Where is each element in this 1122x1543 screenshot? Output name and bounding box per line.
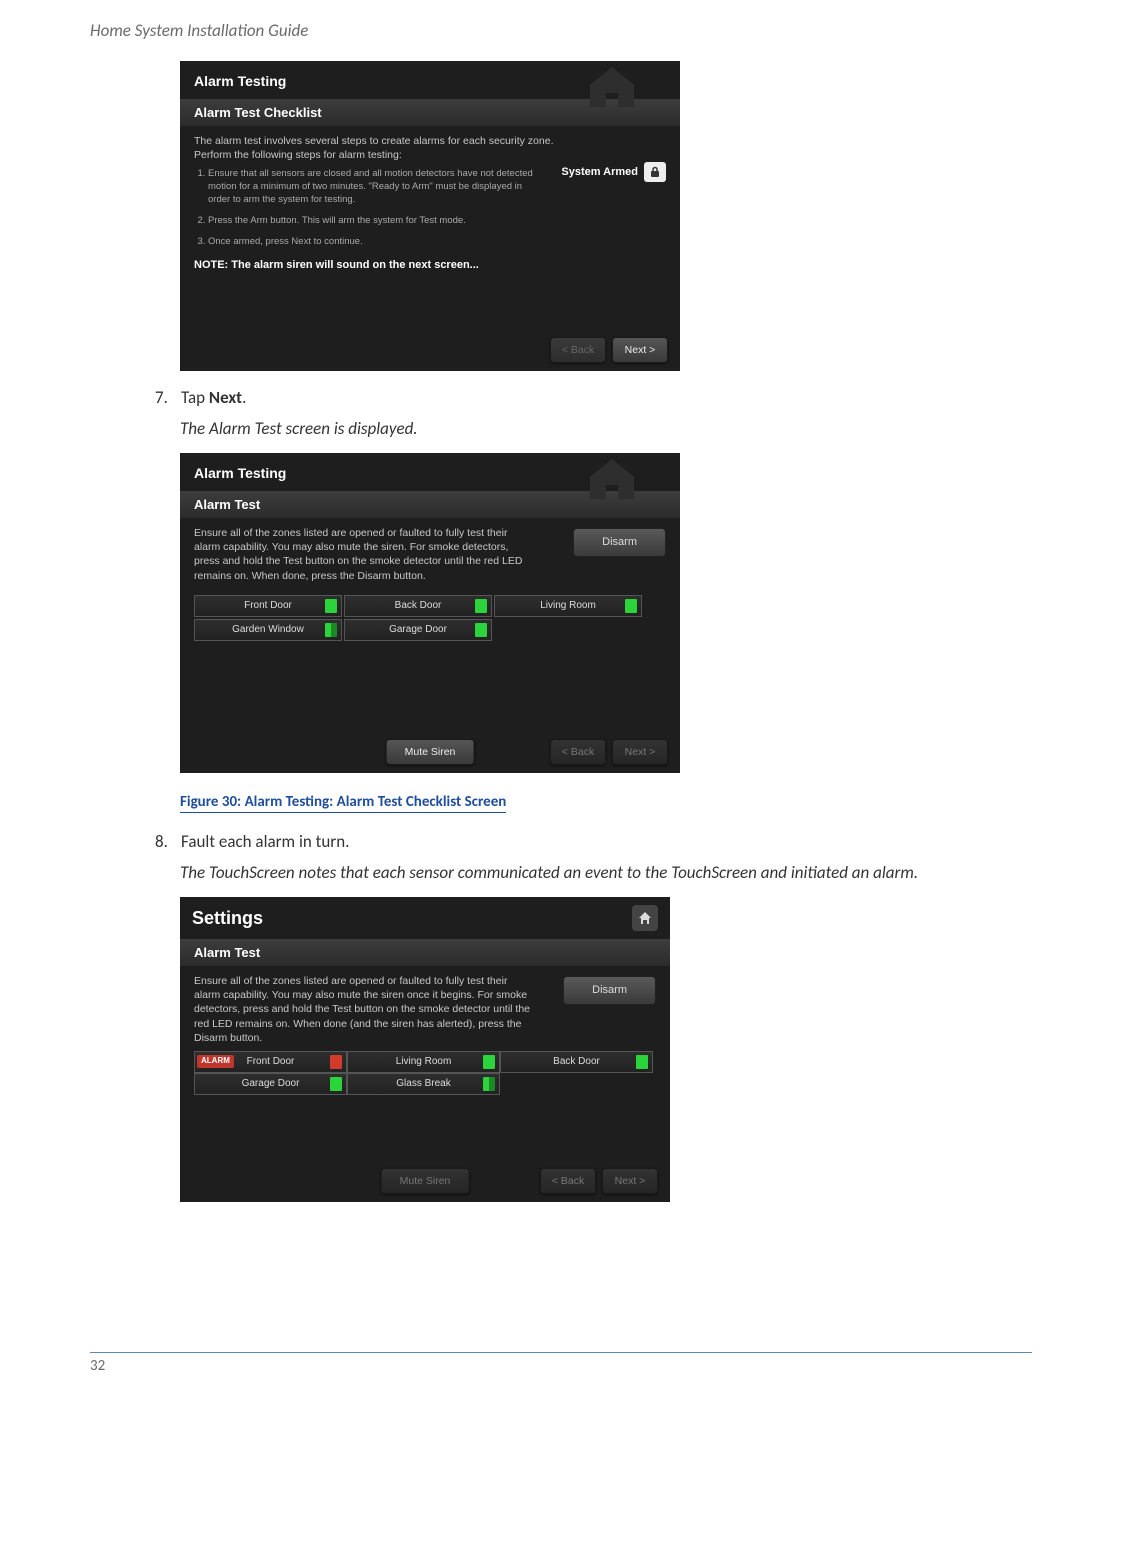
system-armed-label: System Armed <box>561 165 638 180</box>
door-icon <box>475 623 487 637</box>
back-button[interactable]: < Back <box>540 1168 596 1194</box>
next-button[interactable]: Next > <box>602 1168 658 1194</box>
screen-subtitle: Alarm Test <box>180 939 670 966</box>
screenshot-alarm-checklist: Alarm Testing Alarm Test Checklist The a… <box>180 61 680 371</box>
motion-icon <box>625 599 637 613</box>
door-icon <box>330 1077 342 1091</box>
back-button[interactable]: < Back <box>550 739 606 765</box>
zone-back-door[interactable]: Back Door <box>344 595 492 617</box>
zone-garage-door[interactable]: Garage Door <box>194 1073 347 1095</box>
home-icon[interactable] <box>632 905 658 931</box>
zone-front-door[interactable]: ALARM Front Door <box>194 1051 347 1073</box>
window-icon <box>483 1077 495 1091</box>
next-button[interactable]: Next > <box>612 337 668 363</box>
door-icon <box>325 599 337 613</box>
lock-icon <box>644 162 666 182</box>
screenshot-alarm-test: Alarm Testing Alarm Test Disarm Ensure a… <box>180 453 680 773</box>
disarm-button[interactable]: Disarm <box>563 976 656 1005</box>
alarm-badge: ALARM <box>197 1055 234 1068</box>
door-icon <box>475 599 487 613</box>
step-7-text: Tap Next. <box>181 387 1032 408</box>
figure-caption: Figure 30: Alarm Testing: Alarm Test Che… <box>180 793 506 813</box>
screen-title: Settings <box>192 908 263 929</box>
zone-back-door[interactable]: Back Door <box>500 1051 653 1073</box>
step-number: 7. <box>155 387 181 408</box>
next-button[interactable]: Next > <box>612 739 668 765</box>
intro-text: The alarm test involves several steps to… <box>194 134 584 162</box>
step-8-text: Fault each alarm in turn. <box>181 831 1032 852</box>
note-text: NOTE: The alarm siren will sound on the … <box>194 258 666 273</box>
page-number: 32 <box>90 1357 105 1375</box>
step-7-result: The Alarm Test screen is displayed. <box>180 418 1032 439</box>
page-header: Home System Installation Guide <box>90 20 1032 41</box>
house-watermark-icon <box>584 455 640 511</box>
checklist-item-1: Ensure that all sensors are closed and a… <box>208 168 538 206</box>
checklist-item-2: Press the Arm button. This will arm the … <box>208 215 538 228</box>
zone-living-room[interactable]: Living Room <box>347 1051 500 1073</box>
door-icon <box>636 1055 648 1069</box>
intro-text: Ensure all of the zones listed are opene… <box>194 974 534 1045</box>
zone-glass-break[interactable]: Glass Break <box>347 1073 500 1095</box>
house-watermark-icon <box>584 63 640 119</box>
zone-garage-door[interactable]: Garage Door <box>344 619 492 641</box>
screenshot-settings-alarm-test: Settings Alarm Test Disarm Ensure all of… <box>180 897 670 1202</box>
mute-siren-button[interactable]: Mute Siren <box>386 739 475 765</box>
disarm-button[interactable]: Disarm <box>573 528 666 557</box>
intro-text: Ensure all of the zones listed are opene… <box>194 526 524 583</box>
checklist-item-3: Once armed, press Next to continue. <box>208 236 538 249</box>
window-icon <box>325 623 337 637</box>
zone-front-door[interactable]: Front Door <box>194 595 342 617</box>
step-number: 8. <box>155 831 181 852</box>
back-button[interactable]: < Back <box>550 337 606 363</box>
zone-garden-window[interactable]: Garden Window <box>194 619 342 641</box>
zone-living-room[interactable]: Living Room <box>494 595 642 617</box>
step-8-result: The TouchScreen notes that each sensor c… <box>180 862 1032 883</box>
door-alarm-icon <box>330 1055 342 1069</box>
motion-icon <box>483 1055 495 1069</box>
mute-siren-button[interactable]: Mute Siren <box>381 1168 470 1194</box>
